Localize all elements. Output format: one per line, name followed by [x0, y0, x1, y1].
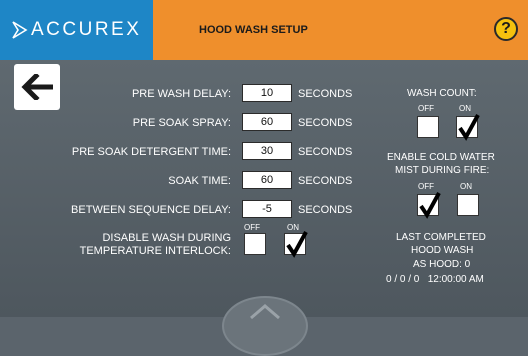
page-title: HOOD WASH SETUP	[199, 24, 308, 36]
soak-time-unit: SECONDS	[298, 175, 353, 187]
checkmark-icon	[419, 192, 441, 219]
checkmark-icon	[458, 114, 480, 141]
disable-wash-off-label: OFF	[244, 223, 260, 232]
last-completed-line4: 0 / 0 / 0 12:00:00 AM	[386, 274, 484, 285]
pre-soak-spray-label: PRE SOAK SPRAY:	[132, 117, 231, 129]
pre-wash-delay-input[interactable]: 10	[242, 84, 292, 102]
cold-water-label-line1: ENABLE COLD WATER	[387, 152, 495, 163]
checkmark-icon	[286, 231, 308, 258]
pre-soak-detergent-input[interactable]: 30	[242, 142, 292, 160]
disable-wash-label-line2: TEMPERATURE INTERLOCK:	[79, 245, 231, 257]
brand-name: ACCUREX	[31, 19, 142, 40]
back-arrow-icon	[21, 74, 53, 100]
between-sequence-delay-input[interactable]: -5	[242, 200, 292, 218]
help-button[interactable]: ?	[494, 17, 518, 41]
disable-wash-off-checkbox[interactable]	[244, 233, 266, 255]
between-sequence-delay-label: BETWEEN SEQUENCE DELAY:	[71, 204, 231, 216]
pre-soak-detergent-unit: SECONDS	[298, 146, 353, 158]
wash-count-on-checkbox[interactable]	[456, 114, 480, 141]
disable-wash-label-line1: DISABLE WASH DURING	[102, 232, 231, 244]
accurex-logo-icon	[12, 21, 28, 39]
cold-water-label-line2: MIST DURING FIRE:	[395, 165, 490, 176]
wash-count-off-checkbox[interactable]	[417, 116, 439, 138]
home-button[interactable]	[222, 296, 308, 356]
pre-soak-spray-input[interactable]: 60	[242, 113, 292, 131]
brand-logo: ACCUREX	[0, 0, 153, 60]
soak-time-label: SOAK TIME:	[168, 175, 231, 187]
last-completed-line1: LAST COMPLETED	[396, 232, 486, 243]
wash-count-off-label: OFF	[418, 104, 434, 113]
disable-wash-on-checkbox[interactable]	[284, 231, 308, 258]
wash-count-label: WASH COUNT:	[407, 88, 477, 99]
pre-wash-delay-label: PRE WASH DELAY:	[131, 88, 231, 100]
cold-water-on-label: ON	[460, 182, 472, 191]
soak-time-input[interactable]: 60	[242, 171, 292, 189]
cold-water-on-checkbox[interactable]	[457, 194, 479, 216]
pre-wash-delay-unit: SECONDS	[298, 88, 353, 100]
between-sequence-delay-unit: SECONDS	[298, 204, 353, 216]
home-icon	[250, 304, 280, 320]
pre-soak-spray-unit: SECONDS	[298, 117, 353, 129]
pre-soak-detergent-label: PRE SOAK DETERGENT TIME:	[71, 146, 231, 158]
last-completed-line3: AS HOOD: 0	[413, 259, 471, 270]
back-button[interactable]	[14, 64, 60, 110]
last-completed-line2: HOOD WASH	[411, 245, 474, 256]
cold-water-off-checkbox[interactable]	[417, 192, 441, 219]
